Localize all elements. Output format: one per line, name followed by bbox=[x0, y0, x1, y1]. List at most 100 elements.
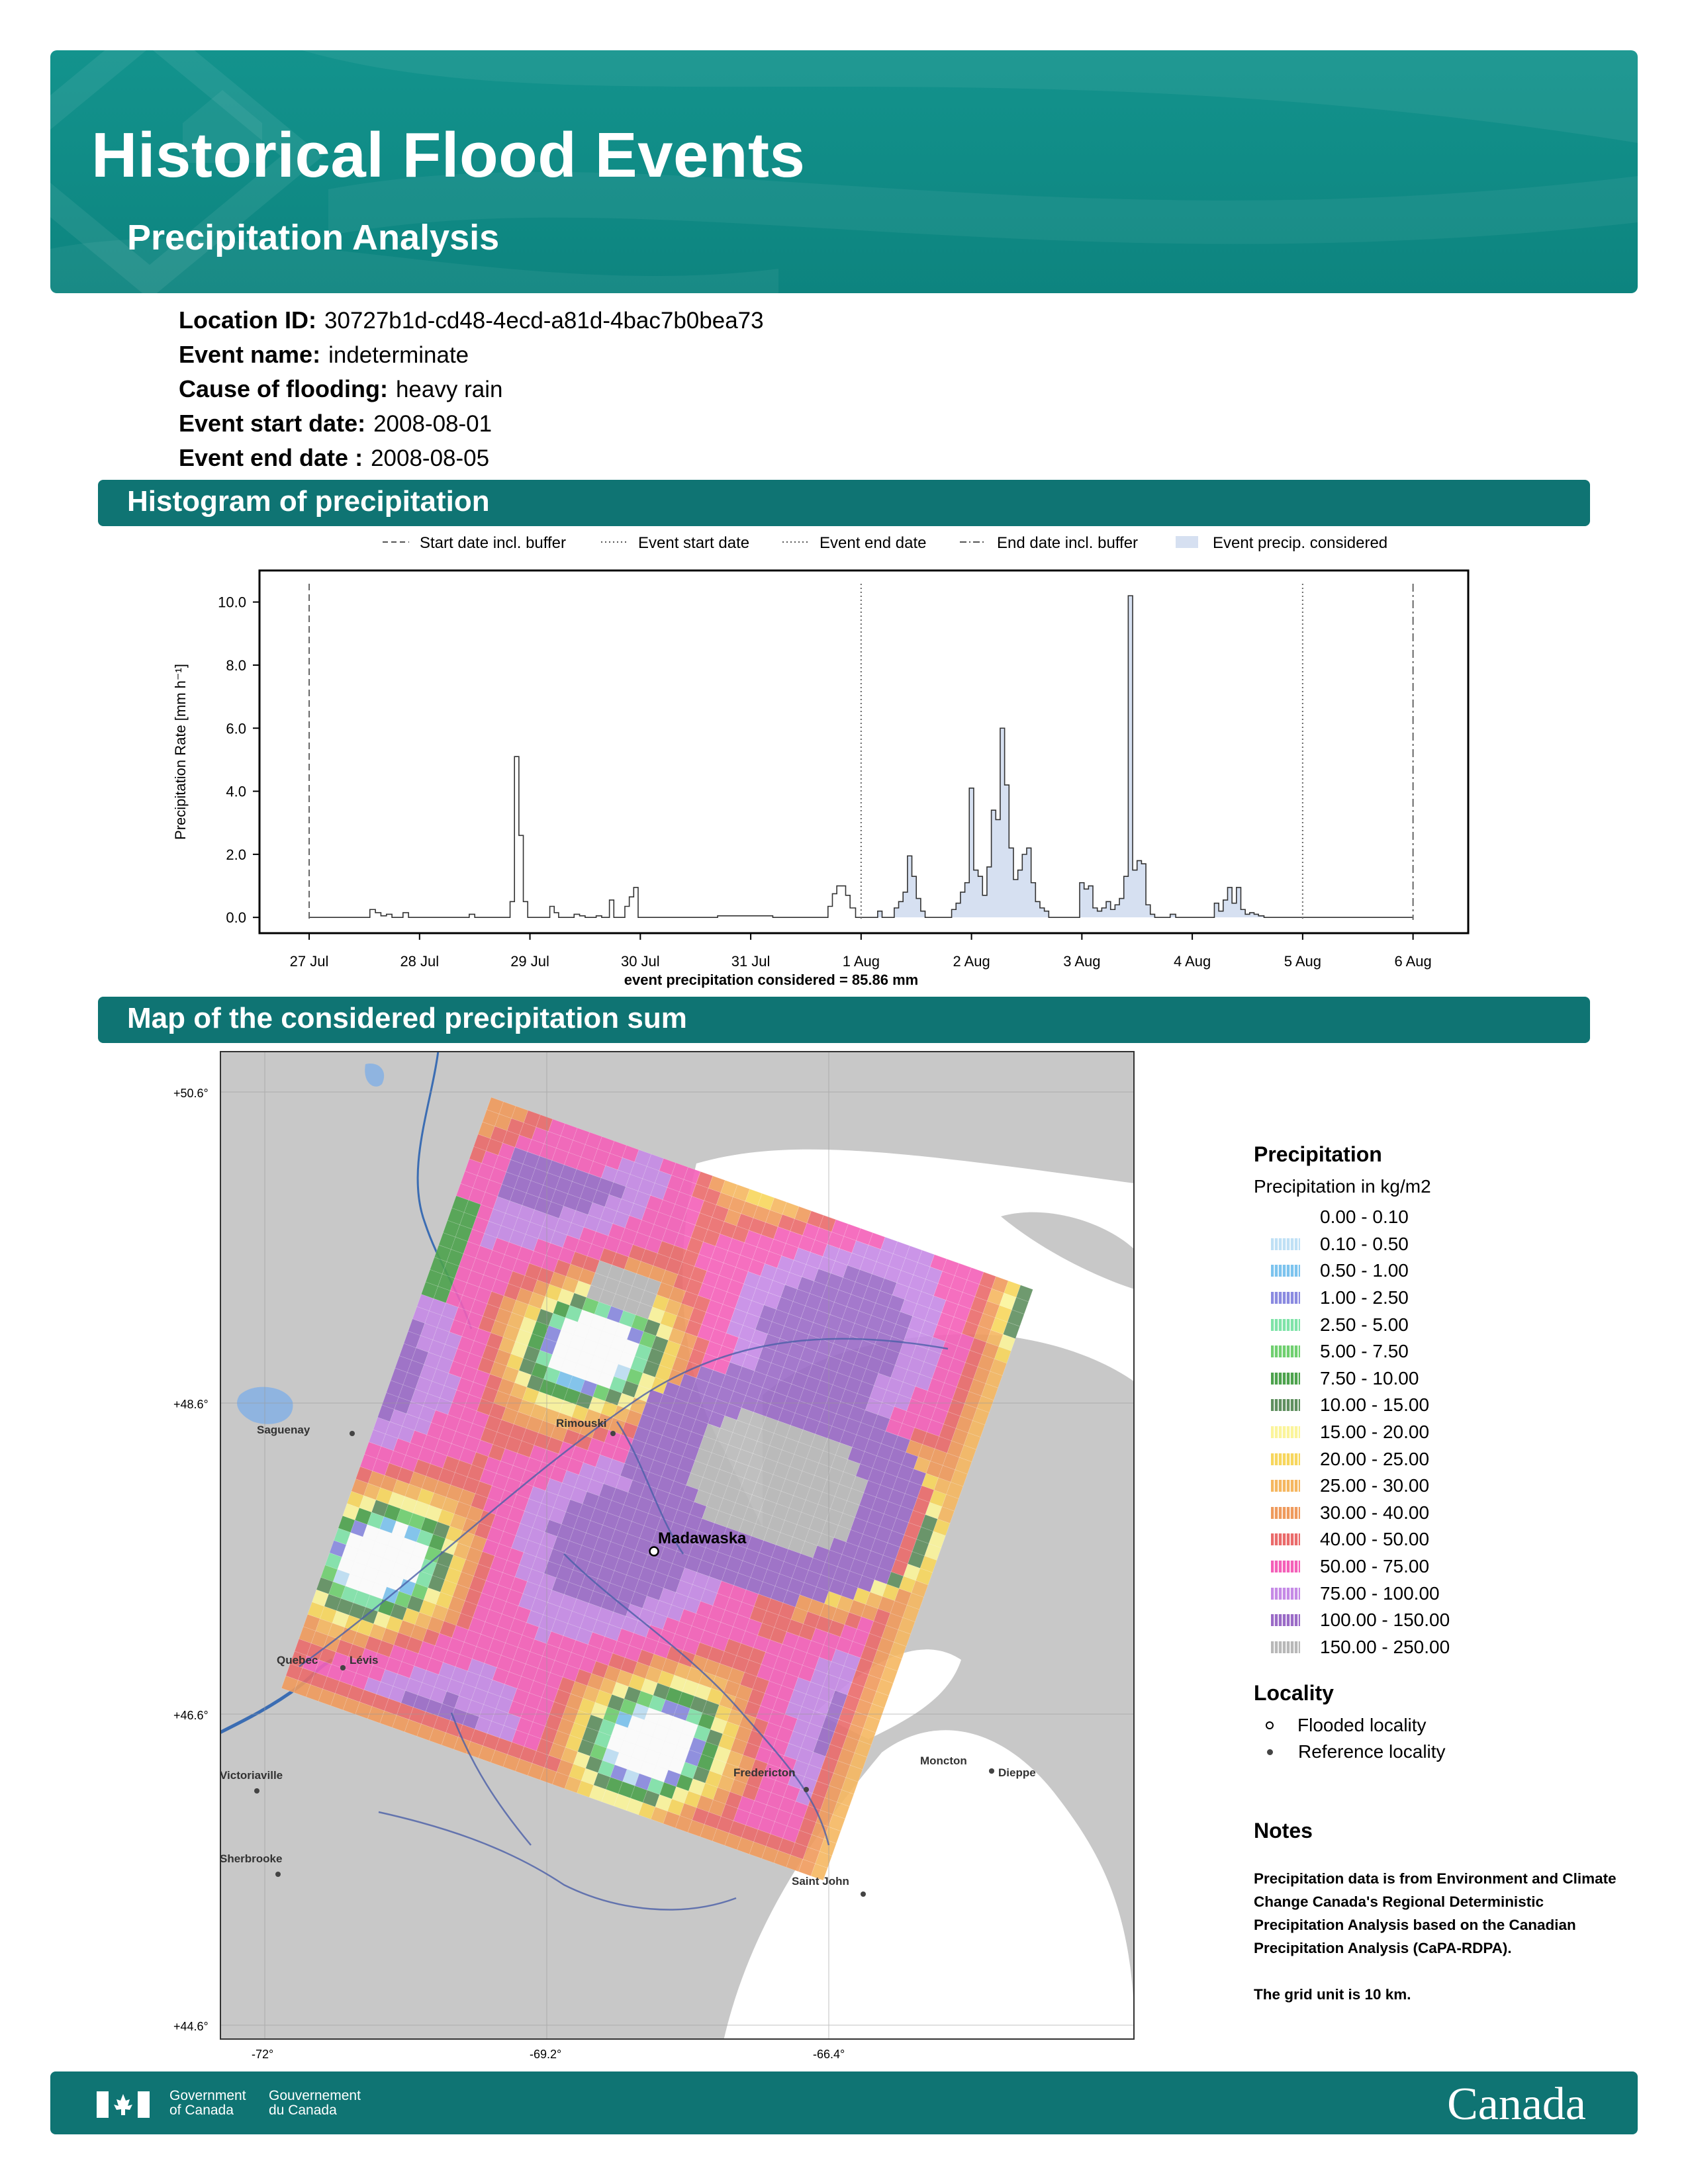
legend-swatch bbox=[1271, 1372, 1300, 1385]
x-tick-label: 28 Jul bbox=[400, 953, 439, 970]
notes-title: Notes bbox=[1254, 1819, 1313, 1843]
legend-class-label: 2.50 - 5.00 bbox=[1320, 1314, 1409, 1335]
legend-class-label: 7.50 - 10.00 bbox=[1320, 1367, 1419, 1388]
legend-swatch bbox=[1271, 1211, 1300, 1224]
legend-class-label: 100.00 - 150.00 bbox=[1320, 1610, 1450, 1631]
chart-legend: Start date incl. buffer Event start date E… bbox=[383, 534, 1387, 552]
legend-class-label: 25.00 - 30.00 bbox=[1320, 1475, 1430, 1496]
event-info: Location ID: 30727b1d-cd48-4ecd-a81d-4bac… bbox=[179, 303, 764, 475]
map-lon-label-2: -69.2° bbox=[530, 2048, 562, 2061]
legend-label: Event end date bbox=[820, 534, 926, 552]
notes-text: Precipitation data is from Environment a… bbox=[1254, 1870, 1617, 1956]
legend-class-11: 30.00 - 40.00 bbox=[1254, 1500, 1450, 1527]
precipitation-legend: Precipitation Precipitation in kg/m2 0.0… bbox=[1254, 1142, 1450, 1661]
notes: Notes Precipitation data is from Environ… bbox=[1254, 1819, 1624, 2006]
legend-class-14: 75.00 - 100.00 bbox=[1254, 1580, 1450, 1607]
dot-icon bbox=[1267, 1749, 1273, 1755]
reference-locality-dot bbox=[861, 1891, 866, 1897]
legend-swatch bbox=[1271, 1641, 1300, 1653]
map-lon-label-3: -66.4° bbox=[813, 2048, 845, 2061]
legend-class-1: 0.10 - 0.50 bbox=[1254, 1231, 1450, 1258]
y-tick-label: 8.0 bbox=[226, 657, 246, 674]
legend-class-10: 25.00 - 30.00 bbox=[1254, 1473, 1450, 1500]
info-cause: Cause of flooding: heavy rain bbox=[179, 375, 503, 402]
reference-locality-label: Sherbrooke bbox=[220, 1852, 282, 1865]
map-lat-label-4: +44.6° bbox=[173, 2020, 209, 2033]
canada-wordmark: Canada bbox=[1447, 2079, 1586, 2130]
legend-class-label: 30.00 - 40.00 bbox=[1320, 1502, 1430, 1523]
reference-locality-label: Dieppe bbox=[998, 1766, 1036, 1779]
x-tick-label: 4 Aug bbox=[1174, 953, 1211, 970]
x-axis-label: event precipitation considered = 85.86 m… bbox=[624, 972, 918, 988]
info-end-date: Event end date :2008-08-05 bbox=[179, 444, 490, 471]
reference-locality-label: Saguenay bbox=[257, 1424, 310, 1436]
y-tick-label: 6.0 bbox=[226, 720, 246, 737]
x-tick-label: 29 Jul bbox=[510, 953, 549, 970]
event-precip-fill bbox=[861, 596, 1303, 918]
legend-class-label: 5.00 - 7.50 bbox=[1320, 1341, 1409, 1362]
reference-locality-dot bbox=[254, 1788, 259, 1794]
reference-locality-dot bbox=[275, 1872, 281, 1877]
locality-legend-title: Locality bbox=[1254, 1681, 1334, 1705]
legend-class-label: 40.00 - 50.00 bbox=[1320, 1529, 1430, 1550]
legend-swatch bbox=[1271, 1533, 1300, 1546]
reference-locality-label: Victoriaville bbox=[220, 1769, 283, 1782]
header-banner: Historical Flood Events Precipitation An… bbox=[50, 50, 1638, 293]
legend-class-15: 100.00 - 150.00 bbox=[1254, 1607, 1450, 1634]
legend-title: Precipitation bbox=[1254, 1142, 1382, 1166]
notes-grid-unit: The grid unit is 10 km. bbox=[1254, 1986, 1411, 2003]
legend-swatch bbox=[1271, 1453, 1300, 1465]
legend-reference-locality: Reference locality bbox=[1254, 1739, 1446, 1765]
reference-locality-dot bbox=[350, 1431, 355, 1436]
x-tick-label: 1 Aug bbox=[843, 953, 880, 970]
precipitation-histogram: Start date incl. buffer Event start date E… bbox=[172, 534, 1470, 988]
map-lon-label-1: -72° bbox=[252, 2048, 274, 2061]
histogram-section-header: Histogram of precipitation bbox=[98, 480, 1590, 526]
plot-frame bbox=[258, 569, 1470, 934]
map-lat-label-2: +48.6° bbox=[173, 1398, 209, 1411]
map-lat-label-3: +46.6° bbox=[173, 1709, 209, 1722]
reference-locality-label: Rimouski bbox=[556, 1417, 607, 1430]
legend-class-label: 1.00 - 2.50 bbox=[1320, 1287, 1409, 1308]
page-title: Historical Flood Events bbox=[91, 120, 806, 191]
legend-swatch bbox=[1271, 1506, 1300, 1519]
legend-swatch bbox=[1271, 1345, 1300, 1358]
map-section-title: Map of the considered precipitation sum bbox=[127, 1002, 687, 1034]
info-location-id: Location ID: 30727b1d-cd48-4ecd-a81d-4bac… bbox=[179, 306, 764, 334]
reference-locality-dot bbox=[804, 1787, 809, 1792]
legend-class-label: 150.00 - 250.00 bbox=[1320, 1636, 1450, 1657]
legend-class-16: 150.00 - 250.00 bbox=[1254, 1634, 1450, 1661]
x-tick-label: 30 Jul bbox=[621, 953, 660, 970]
y-tick-label: 4.0 bbox=[226, 784, 246, 800]
legend-swatch bbox=[1271, 1399, 1300, 1412]
legend-class-13: 50.00 - 75.00 bbox=[1254, 1553, 1450, 1580]
legend-subtitle: Precipitation in kg/m2 bbox=[1254, 1176, 1431, 1197]
gov-en: Government of Canada bbox=[169, 2088, 246, 2118]
legend-class-12: 40.00 - 50.00 bbox=[1254, 1526, 1450, 1553]
legend-class-label: 50.00 - 75.00 bbox=[1320, 1556, 1430, 1577]
x-tick-label: 3 Aug bbox=[1063, 953, 1100, 970]
reference-locality-label: Lévis bbox=[350, 1654, 378, 1666]
x-tick-label: 27 Jul bbox=[290, 953, 329, 970]
legend-label: Event start date bbox=[638, 534, 749, 552]
legend-swatch bbox=[1271, 1561, 1300, 1573]
legend-class-label: 75.00 - 100.00 bbox=[1320, 1582, 1440, 1604]
legend-label: Event precip. considered bbox=[1213, 534, 1387, 552]
legend-class-label: 0.50 - 1.00 bbox=[1320, 1260, 1409, 1281]
flooded-locality-label: Madawaska bbox=[658, 1529, 747, 1547]
legend-swatch bbox=[1271, 1265, 1300, 1277]
locality-legend: Locality Flooded locality Reference loca… bbox=[1254, 1681, 1446, 1765]
info-start-date: Event start date: 2008-08-01 bbox=[179, 410, 492, 437]
legend-swatch bbox=[1271, 1292, 1300, 1304]
legend-class-label: 20.00 - 25.00 bbox=[1320, 1448, 1430, 1469]
map-section-header: Map of the considered precipitation sum bbox=[98, 997, 1590, 1043]
legend-class-label: 0.00 - 0.10 bbox=[1320, 1206, 1409, 1228]
reference-locality-dot bbox=[340, 1665, 346, 1670]
info-event-name: Event name: indeterminate bbox=[179, 341, 469, 368]
legend-label: End date incl. buffer bbox=[997, 534, 1138, 552]
reference-locality-label: Fredericton bbox=[733, 1766, 796, 1779]
reference-locality-dot bbox=[989, 1768, 994, 1774]
open-circle-icon bbox=[1266, 1721, 1274, 1729]
legend-swatch bbox=[1271, 1238, 1300, 1250]
legend-swatch bbox=[1271, 1318, 1300, 1331]
